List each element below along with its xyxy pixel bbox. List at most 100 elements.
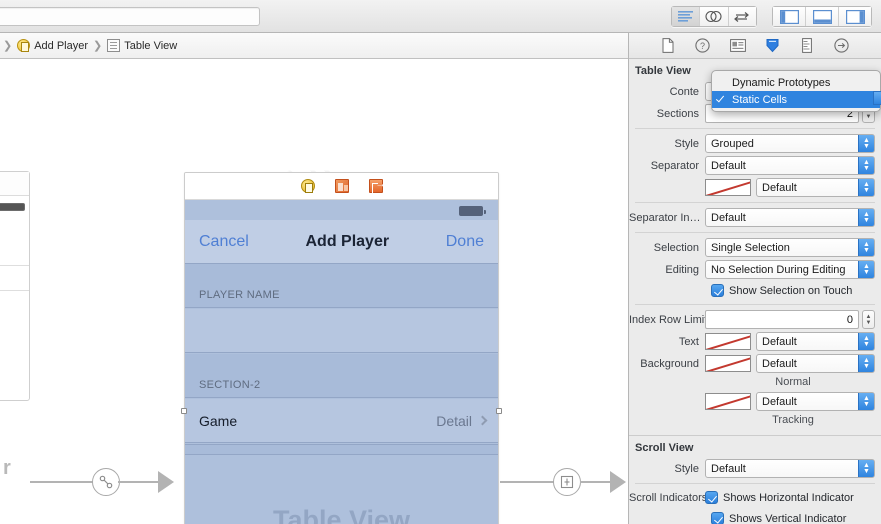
svg-text:?: ? <box>700 41 705 51</box>
activity-omnibar[interactable] <box>0 7 260 26</box>
breadcrumb-label-add-player: Add Player <box>34 39 89 52</box>
menu-item-dynamic-prototypes[interactable]: Dynamic Prototypes <box>712 74 880 91</box>
index-row-limit-value: 0 <box>846 313 853 326</box>
cell-title: Game <box>199 412 238 429</box>
storyboard-canvas[interactable]: www.niubb.net r <box>0 59 628 524</box>
selection-popup-button[interactable]: Single Selection ▲ ▼ <box>705 238 875 257</box>
table-view-selected[interactable]: Cancel Add Player Done PLAYER NAME SECTI… <box>185 200 498 524</box>
row-scroll-indicators: Scroll Indicators Shows Horizontal Indic… <box>629 488 881 507</box>
menu-item-static-cells[interactable]: Static Cells <box>712 91 880 108</box>
index-row-limit-stepper[interactable]: ▲ ▼ <box>862 310 875 329</box>
separator-inset-value: Default <box>711 211 746 224</box>
popup-chevron-icon: ▲▼ <box>858 333 874 350</box>
editor-mode-group <box>671 6 757 27</box>
version-editor-button[interactable] <box>728 7 756 26</box>
index-text-popup-button[interactable]: Default ▲ ▼ <box>756 332 875 351</box>
segue-node-right[interactable] <box>553 468 581 496</box>
add-player-scene[interactable]: Cancel Add Player Done PLAYER NAME SECTI… <box>184 172 499 524</box>
show-selection-checkbox[interactable] <box>711 284 724 297</box>
scroll-style-popup-button[interactable]: Default ▲ ▼ <box>705 459 875 478</box>
index-text-value: Default <box>762 335 797 348</box>
adjacent-scene-label: r <box>3 457 11 479</box>
view-toggle-group <box>772 6 872 27</box>
selection-handle-right[interactable] <box>496 408 502 414</box>
utilities-toggle-button[interactable] <box>839 7 871 26</box>
document-icon <box>662 38 674 53</box>
divider <box>635 304 875 305</box>
nav-title: Add Player <box>305 232 390 250</box>
attributes-inspector-tab[interactable] <box>762 37 782 55</box>
navigation-bar[interactable]: Cancel Add Player Done <box>185 220 498 264</box>
segue-arrowhead-left <box>158 471 174 493</box>
debug-toggle-button[interactable] <box>806 7 839 26</box>
popup-chevron-icon <box>873 91 881 105</box>
index-background-color-swatch[interactable] <box>705 355 751 372</box>
label-selection: Selection <box>653 241 699 254</box>
segue-arrowhead-right <box>610 471 626 493</box>
venn-icon <box>705 10 723 23</box>
label-content: Conte <box>669 85 699 98</box>
segue-line-right[interactable] <box>500 481 554 483</box>
exit-icon[interactable] <box>368 178 386 194</box>
section-header-section-2: SECTION-2 <box>185 354 498 398</box>
index-text-color-swatch[interactable] <box>705 333 751 350</box>
style-popup-button[interactable]: Grouped ▲ ▼ <box>705 134 875 153</box>
adjacent-status-bar <box>0 172 29 196</box>
popup-chevron-icon: ▲▼ <box>858 261 874 278</box>
label-scroll-indicators: Scroll Indicators <box>629 491 705 504</box>
table-view-icon <box>107 39 121 52</box>
tracking-color-swatch[interactable] <box>705 393 751 410</box>
section-title-scroll-view: Scroll View <box>635 442 694 454</box>
content-dropdown-menu[interactable]: Dynamic Prototypes Static Cells <box>711 70 881 112</box>
connections-inspector-tab[interactable] <box>832 37 852 55</box>
breadcrumb-item-add-player[interactable]: Add Player <box>17 39 88 52</box>
xcode-window: ❯ Add Player ❯ Table View www.niubb.net … <box>0 0 881 524</box>
shows-vertical-indicator-checkbox[interactable] <box>711 512 724 524</box>
popup-chevron-icon: ▲▼ <box>858 135 874 152</box>
separator-color-popup-button[interactable]: Default ▲ ▼ <box>756 178 875 197</box>
size-inspector-tab[interactable] <box>797 37 817 55</box>
popup-chevron-icon: ▲▼ <box>858 179 874 196</box>
push-segue-icon <box>560 475 574 489</box>
breadcrumb-item-table-view[interactable]: Table View <box>107 39 177 52</box>
standard-editor-button[interactable] <box>672 7 701 26</box>
arrows-icon <box>734 11 750 22</box>
tracking-color-value: Default <box>762 395 797 408</box>
editing-value: No Selection During Editing <box>711 263 846 276</box>
menu-item-label: Static Cells <box>732 93 788 106</box>
first-responder-icon[interactable] <box>334 179 349 193</box>
adjacent-scene-partial[interactable] <box>0 171 30 401</box>
selection-handle-left[interactable] <box>181 408 187 414</box>
done-button[interactable]: Done <box>446 233 484 251</box>
separator-value: Default <box>711 159 746 172</box>
arrow-circle-icon <box>834 38 849 53</box>
tracking-color-popup-button[interactable]: Default ▲ ▼ <box>756 392 875 411</box>
navigator-toggle-button[interactable] <box>773 7 806 26</box>
row-index-background: Background Default ▲ ▼ <box>629 353 881 374</box>
table-row[interactable]: Game Detail <box>185 399 498 443</box>
shows-horizontal-indicator-checkbox[interactable] <box>705 491 718 504</box>
assistant-editor-button[interactable] <box>700 7 729 26</box>
editing-popup-button[interactable]: No Selection During Editing ▲ ▼ <box>705 260 875 279</box>
identity-inspector-tab[interactable] <box>728 37 748 55</box>
table-row[interactable] <box>185 309 498 353</box>
table-view-placeholder: Table View Static Content <box>185 505 498 524</box>
index-row-limit-input[interactable]: 0 <box>705 310 859 329</box>
label-scroll-style: Style <box>674 462 699 475</box>
section-header-label: PLAYER NAME <box>199 289 280 301</box>
inspector-content: Table View Conte Static Cells ▲▼ Section… <box>629 59 881 524</box>
label-style: Style <box>674 137 699 150</box>
cancel-button[interactable]: Cancel <box>199 233 249 251</box>
file-inspector-tab[interactable] <box>658 37 678 55</box>
separator-popup-button[interactable]: Default ▲ ▼ <box>705 156 875 175</box>
divider <box>635 202 875 203</box>
lines-icon <box>678 10 694 22</box>
separator-color-swatch[interactable] <box>705 179 751 196</box>
quick-help-inspector-tab[interactable]: ? <box>693 37 713 55</box>
separator-inset-popup-button[interactable]: Default ▲ ▼ <box>705 208 875 227</box>
view-controller-icon[interactable] <box>300 179 315 193</box>
utilities-inspector: ? Table View Conte Sections 2 ▼ Style Gr… <box>628 33 881 524</box>
normal-state-label: Normal <box>775 376 811 388</box>
segue-node-left[interactable] <box>92 468 120 496</box>
index-background-popup-button[interactable]: Default ▲ ▼ <box>756 354 875 373</box>
